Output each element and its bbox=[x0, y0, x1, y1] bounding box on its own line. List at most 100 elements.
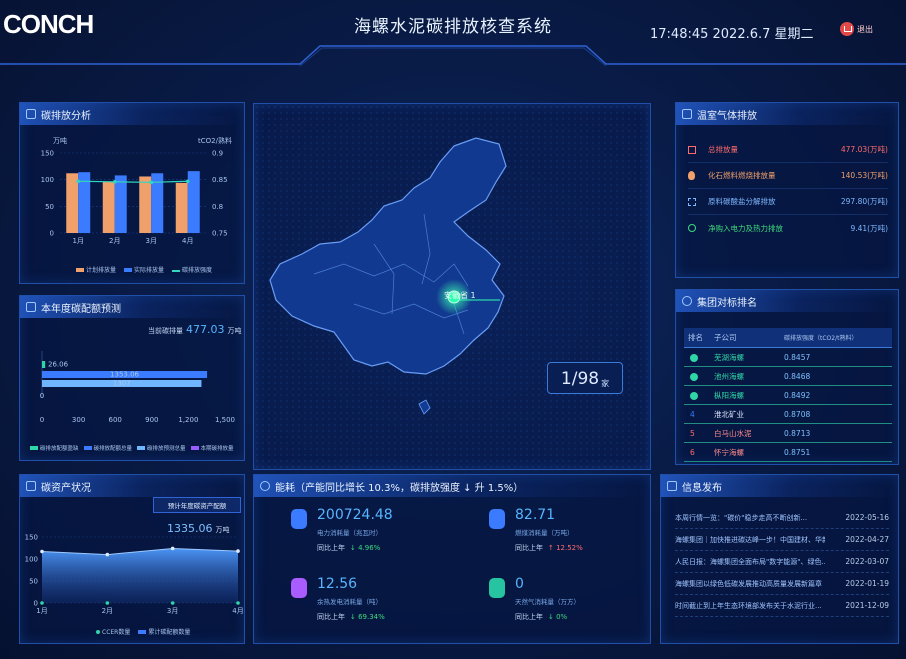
carbon-assets-chart[interactable]: 0501001501月 2月 3月 4月 bbox=[20, 527, 246, 623]
metric-label: 燃煤消耗量（万吨） bbox=[515, 529, 574, 537]
ranking-rank: 6 bbox=[690, 447, 695, 457]
news-date: 2021-12-09 bbox=[845, 601, 889, 610]
news-text[interactable]: 海螺集团｜加快推进碳达峰一步！中国建材、华新... bbox=[675, 535, 825, 545]
ranking-rank bbox=[684, 372, 714, 381]
quota-bar-label: 26.06 bbox=[48, 361, 69, 369]
x-tick-label: 4月 bbox=[182, 237, 193, 245]
ranking-title: 集团对标排名 bbox=[697, 297, 757, 309]
current-emission: 当前碳排量 477.03 万吨 bbox=[148, 323, 242, 336]
metric-power: 200724.48 电力消耗量（兆瓦时） 同比上年 ↓ 4.96% bbox=[291, 507, 471, 567]
legend-current-period: 本期碳排放量 bbox=[190, 444, 234, 452]
quota-bar-label: 1353.06 bbox=[110, 371, 139, 379]
ghg-label: 净购入电力及热力排放 bbox=[708, 223, 783, 233]
quota-forecast-panel: 本年度碳配额预测 当前碳排量 477.03 万吨 26.06 1353.06 130… bbox=[19, 295, 245, 461]
quota-forecast-chart[interactable]: 26.06 1353.061307 0 0 300 600 900 1,200 1,500 bbox=[20, 346, 246, 446]
y2-tick-label: 0.8 bbox=[212, 203, 223, 211]
quota-bar bbox=[42, 361, 46, 368]
cumulative-quota-point bbox=[170, 546, 175, 551]
x-tick-label: 1月 bbox=[73, 237, 84, 245]
bar-planned bbox=[66, 173, 79, 233]
legend-ccer: CCER数量 bbox=[96, 627, 130, 636]
ranking-intensity: 0.8468 bbox=[784, 371, 811, 381]
ranking-row[interactable]: 池州海螺 0.8468 bbox=[684, 367, 892, 386]
news-item[interactable]: 人民日报：海螺集团全面布局"数字能源"、绿色... 2022-03-07 bbox=[675, 551, 889, 573]
y2-axis-title: tCO2/熟料 bbox=[198, 136, 232, 145]
company-counter: 1/98 家 bbox=[547, 362, 623, 394]
info-icon bbox=[260, 481, 270, 491]
ranking-company: 芜湖海螺 bbox=[714, 352, 744, 362]
y-tick-label: 100 bbox=[25, 556, 38, 564]
ghg-emissions-title: 温室气体排放 bbox=[697, 110, 757, 122]
energy-metrics-panel: 能耗（产能同比增长 10.3%，碳排放强度 ↓ 升 1.5%） 200724.4… bbox=[253, 474, 651, 644]
ghg-value: 477.03(万吨) bbox=[840, 145, 888, 154]
ranking-intensity: 0.8708 bbox=[784, 409, 811, 419]
ghg-label: 总排放量 bbox=[708, 145, 738, 154]
intensity-point bbox=[112, 180, 117, 184]
news-date: 2022-05-16 bbox=[845, 513, 889, 522]
ranking-row[interactable]: 芜湖海螺 0.8457 bbox=[684, 348, 892, 367]
news-text[interactable]: 人民日报：海螺集团全面布局"数字能源"、绿色... bbox=[675, 557, 825, 567]
news-item[interactable]: 时间截止到上年生态环境部发布关于水泥行业... 2021-12-09 bbox=[675, 595, 889, 617]
news-text[interactable]: 本周行情一览："碳价"稳步走高不断创新... bbox=[675, 513, 807, 523]
x-tick-label: 1月 bbox=[36, 607, 47, 615]
news-text[interactable]: 时间截止到上年生态环境部发布关于水泥行业... bbox=[675, 601, 822, 611]
company-counter-unit: 家 bbox=[601, 379, 610, 388]
news-item[interactable]: 本周行情一览："碳价"稳步走高不断创新... 2022-05-16 bbox=[675, 507, 889, 529]
quota-forecast-header: 本年度碳配额预测 bbox=[20, 296, 244, 318]
news-text[interactable]: 海螺集团以绿色低碳发展推动高质量发展新篇章 bbox=[675, 579, 822, 589]
ghg-emissions-panel: 温室气体排放 总排放量 477.03(万吨) 化石燃料燃烧排放量 140.53(… bbox=[675, 102, 899, 278]
ranking-col-company: 子公司 bbox=[714, 333, 737, 342]
company-counter-value: 1/98 bbox=[560, 369, 600, 389]
chart-icon bbox=[26, 302, 36, 312]
metric-compare: 同比上年 ↓ 0% bbox=[515, 613, 568, 621]
news-item[interactable]: 海螺集团｜加快推进碳达峰一步！中国建材、华新... 2022-04-27 bbox=[675, 529, 889, 551]
news-panel: 信息发布 本周行情一览："碳价"稳步走高不断创新... 2022-05-16 海螺… bbox=[660, 474, 899, 644]
news-item[interactable]: 海螺集团以绿色低碳发展推动高质量发展新篇章 2022-01-19 bbox=[675, 573, 889, 595]
logout-button[interactable]: 退出 bbox=[840, 22, 873, 36]
ranking-rank bbox=[684, 353, 714, 362]
cumulative-quota-area bbox=[42, 548, 238, 603]
process-icon bbox=[688, 197, 696, 206]
x-tick-label: 3月 bbox=[167, 607, 178, 615]
intensity-point bbox=[76, 179, 81, 184]
y2-tick-label: 0.85 bbox=[212, 176, 228, 184]
cumulative-quota-point bbox=[105, 552, 110, 557]
ghg-row: 化石燃料燃烧排放量 140.53(万吨) bbox=[688, 163, 888, 189]
map-marker-label: 安徽省 1 bbox=[444, 291, 476, 300]
metric-compare: 同比上年 ↑ 12.52% bbox=[515, 544, 583, 552]
power-icon bbox=[291, 509, 307, 529]
bar-planned bbox=[139, 176, 152, 233]
x-tick-label: 600 bbox=[109, 416, 122, 424]
dashboard-background: CONCH 海螺水泥碳排放核查系统 17:48:45 2022.6.7 星期二 … bbox=[0, 0, 906, 659]
map-panel: 安徽省 1 1/98 家 bbox=[253, 103, 652, 471]
gas-icon bbox=[489, 578, 505, 598]
news-date: 2022-01-19 bbox=[845, 579, 889, 588]
intensity-line bbox=[78, 180, 188, 183]
bar-actual bbox=[187, 171, 200, 233]
ranking-intensity: 0.8492 bbox=[784, 390, 811, 400]
metric-value: 0 bbox=[515, 576, 524, 592]
conch-logo: CONCH bbox=[3, 9, 94, 39]
y-tick-label: 0 bbox=[50, 230, 54, 238]
ranking-company: 淮北矿业 bbox=[714, 409, 744, 419]
carbon-analysis-chart[interactable]: 万吨 tCO2/熟料 0 50 100 150 0.75 0.8 0.85 0.9 1月 2月 3月 4月 bbox=[20, 131, 246, 271]
news-title: 信息发布 bbox=[682, 482, 722, 494]
intensity-point bbox=[149, 180, 154, 185]
china-map[interactable] bbox=[254, 104, 652, 471]
current-emission-value: 477.03 bbox=[186, 323, 225, 336]
ranking-row[interactable]: 4 淮北矿业 0.8708 bbox=[684, 405, 892, 424]
ranking-row[interactable]: 6 怀宁海螺 0.8751 bbox=[684, 443, 892, 462]
flame-icon bbox=[688, 171, 695, 180]
ranking-intensity: 0.8751 bbox=[784, 447, 811, 457]
ghg-label: 原料碳酸盐分解排放 bbox=[708, 197, 776, 206]
ranking-table: 排名 子公司 碳排放强度（tCO2/t熟料） 芜湖海螺 0.8457 池州海螺 0.8… bbox=[684, 328, 892, 462]
ranking-row[interactable]: 5 白马山水泥 0.8713 bbox=[684, 424, 892, 443]
metric-label: 余热发电消耗量（吨） bbox=[317, 598, 382, 606]
news-date: 2022-04-27 bbox=[845, 535, 889, 544]
cumulative-quota-point bbox=[236, 549, 240, 553]
legend-cumulative-quota: 累计碳配额数量 bbox=[138, 627, 190, 636]
ranking-row[interactable]: 枞阳海螺 0.8492 bbox=[684, 386, 892, 405]
energy-metrics-title: 能耗（产能同比增长 10.3%，碳排放强度 ↓ 升 1.5%） bbox=[275, 482, 524, 494]
energy-metrics-header: 能耗（产能同比增长 10.3%，碳排放强度 ↓ 升 1.5%） bbox=[254, 475, 650, 497]
legend-forecast-total: 碳排放预测总量 bbox=[137, 444, 186, 452]
